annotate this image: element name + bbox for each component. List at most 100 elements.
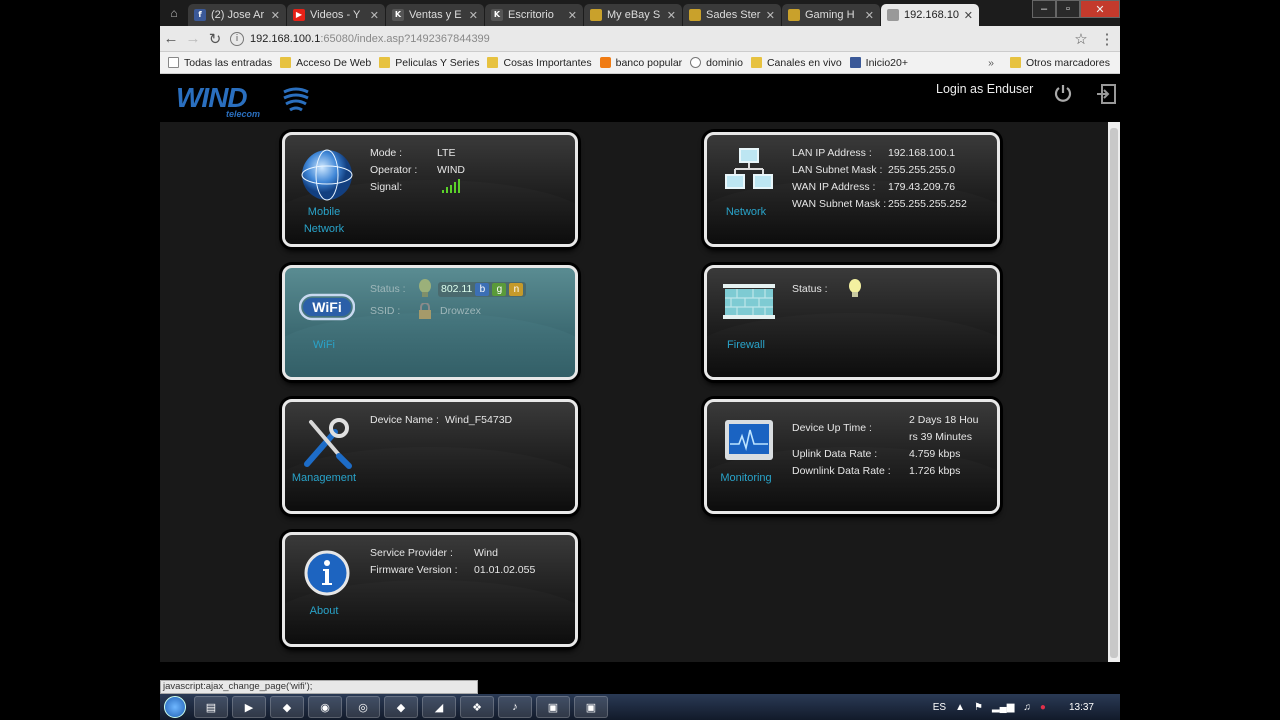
taskbar-app7-icon[interactable]: ▣	[574, 696, 608, 718]
bookmarks-bar: Todas las entradas Acceso De Web Peliculas…	[160, 52, 1120, 74]
taskbar-app3-icon[interactable]: ◢	[422, 696, 456, 718]
about-card[interactable]: About Service Provider : Wind Firmware Ve…	[282, 532, 578, 647]
monitoring-card[interactable]: Monitoring Device Up Time : 2 Days 18 Hou…	[704, 399, 1000, 514]
browser-tab[interactable]: 192.168.10 ✕	[881, 4, 979, 26]
bookmark-label: dominio	[706, 56, 743, 69]
uptime-key: Device Up Time :	[792, 422, 872, 434]
signal-strength-icon	[442, 179, 461, 193]
minimize-button[interactable]: –	[1032, 0, 1056, 18]
close-tab-icon[interactable]: ✕	[271, 9, 280, 22]
reload-icon[interactable]: ↻	[204, 30, 226, 48]
back-icon[interactable]: ←	[160, 30, 182, 47]
monitoring-info: Device Up Time : 2 Days 18 Hou rs 39 Minut…	[792, 412, 978, 480]
tab-title: My eBay S	[607, 9, 661, 21]
browser-tab[interactable]: ▶ Videos - Y ✕	[287, 4, 385, 26]
uplink-value: 4.759 kbps	[909, 448, 961, 460]
logout-icon[interactable]	[1095, 83, 1117, 105]
taskbar-chrome2-icon[interactable]: ◎	[346, 696, 380, 718]
tab-title: Sades Ster	[706, 9, 761, 21]
device-name-value: Wind_F5473D	[445, 414, 513, 426]
close-tab-icon[interactable]: ✕	[964, 9, 973, 22]
firewall-card[interactable]: Firewall Status :	[704, 265, 1000, 380]
close-tab-icon[interactable]: ✕	[568, 9, 577, 22]
info-icon[interactable]: i	[230, 31, 244, 46]
wifi-status-key: Status :	[370, 282, 406, 295]
bookmark-item[interactable]: Inicio20+	[849, 57, 908, 69]
language-indicator[interactable]: ES	[933, 702, 946, 713]
mode-g-badge: g	[492, 282, 507, 296]
ssid-value: Drowzex	[440, 304, 481, 317]
menu-icon[interactable]: ⋮	[1094, 30, 1120, 48]
bookmark-item[interactable]: Acceso De Web	[280, 57, 371, 69]
close-tab-icon[interactable]: ✕	[766, 9, 775, 22]
provider-key: Service Provider :	[370, 547, 453, 559]
login-status: Login as Enduser	[936, 82, 1034, 96]
taskbar-app2-icon[interactable]: ◆	[384, 696, 418, 718]
router-web-page: WIND telecom Login as Enduser Mobile Netw…	[160, 74, 1120, 662]
downlink-key: Downlink Data Rate :	[792, 465, 891, 477]
taskbar-explorer-icon[interactable]: ▤	[194, 696, 228, 718]
taskbar-app-icon[interactable]: ◆	[270, 696, 304, 718]
page-header: WIND telecom Login as Enduser	[160, 74, 1120, 122]
bookmark-item[interactable]: Cosas Importantes	[487, 57, 592, 69]
forward-icon[interactable]: →	[182, 30, 204, 47]
bookmark-item[interactable]: banco popular	[599, 57, 682, 69]
management-label: Management	[291, 472, 357, 484]
clock[interactable]: 13:37	[1069, 702, 1094, 713]
flag-icon	[788, 9, 800, 21]
mobile-network-card[interactable]: Mobile Network Mode : LTE Operator : WIND S…	[282, 132, 578, 247]
wan-mask-value: 255.255.255.252	[888, 198, 967, 210]
taskbar-app6-icon[interactable]: ▣	[536, 696, 570, 718]
lan-ip-value: 192.168.100.1	[888, 147, 956, 159]
svg-text:WiFi: WiFi	[312, 299, 341, 315]
bookmarks-overflow-button[interactable]: »	[988, 57, 994, 69]
browser-tab[interactable]: My eBay S ✕	[584, 4, 682, 26]
tab-title: Gaming H	[805, 9, 855, 21]
mobile-network-info: Mode : LTE Operator : WIND Signal:	[370, 145, 465, 196]
bookmark-label: Todas las entradas	[184, 56, 273, 69]
browser-tab[interactable]: Sades Ster ✕	[683, 4, 781, 26]
flag-icon	[590, 9, 602, 21]
other-bookmarks[interactable]: Otros marcadores	[1009, 57, 1110, 69]
browser-tab[interactable]: Gaming H ✕	[782, 4, 880, 26]
dashboard: Mobile Network Mode : LTE Operator : WIND S…	[160, 122, 1108, 662]
bookmark-star-icon[interactable]: ☆	[1068, 30, 1094, 48]
wifi-card[interactable]: WiFi WiFi Status : 802.11 b g n SSID : Drow…	[282, 265, 578, 380]
bookmark-item[interactable]: Canales en vivo	[750, 57, 842, 69]
close-tab-icon[interactable]: ✕	[667, 9, 676, 22]
close-tab-icon[interactable]: ✕	[469, 9, 478, 22]
taskbar-app4-icon[interactable]: ❖	[460, 696, 494, 718]
browser-tab[interactable]: K Escritorio ✕	[485, 4, 583, 26]
maximize-button[interactable]: ▫	[1056, 0, 1080, 18]
page-scrollbar[interactable]	[1108, 122, 1120, 662]
scrollbar-thumb[interactable]	[1110, 128, 1118, 658]
lightbulb-on-icon	[849, 279, 861, 297]
bookmark-item[interactable]: Todas las entradas	[168, 57, 272, 69]
tab-title: Escritorio	[508, 9, 554, 21]
taskbar-chrome-icon[interactable]: ◉	[308, 696, 342, 718]
lan-mask-key: LAN Subnet Mask :	[792, 164, 883, 176]
browser-tab[interactable]: K Ventas y E ✕	[386, 4, 484, 26]
close-window-button[interactable]: ✕	[1080, 0, 1120, 18]
close-tab-icon[interactable]: ✕	[865, 9, 874, 22]
close-tab-icon[interactable]: ✕	[370, 9, 379, 22]
browser-tab[interactable]: f (2) Jose Ar ✕	[188, 4, 286, 26]
tray-flag-icon[interactable]: ⚑	[974, 702, 983, 713]
management-card[interactable]: Management Device Name : Wind_F5473D	[282, 399, 578, 514]
tray-arrow-icon[interactable]: ▲	[955, 702, 965, 713]
network-signal-icon[interactable]: ▂▄▆	[992, 702, 1014, 713]
volume-icon[interactable]: ♫	[1023, 702, 1031, 713]
antivirus-icon[interactable]: ●	[1040, 702, 1046, 713]
signal-key: Signal:	[370, 181, 403, 193]
firewall-info: Status :	[792, 278, 862, 300]
bookmark-item[interactable]: dominio	[690, 57, 743, 69]
wifi-standard: 802.11	[441, 282, 473, 295]
taskbar-media-icon[interactable]: ▶	[232, 696, 266, 718]
power-icon[interactable]	[1053, 83, 1073, 103]
bookmark-item[interactable]: Peliculas Y Series	[379, 57, 479, 69]
start-button[interactable]	[160, 694, 190, 720]
mode-value: LTE	[437, 147, 456, 159]
network-card[interactable]: Network LAN IP Address : 192.168.100.1 LA…	[704, 132, 1000, 247]
taskbar-app5-icon[interactable]: ♪	[498, 696, 532, 718]
url-field[interactable]: i 192.168.100.1:65080/index.asp?14923678…	[226, 29, 1068, 49]
